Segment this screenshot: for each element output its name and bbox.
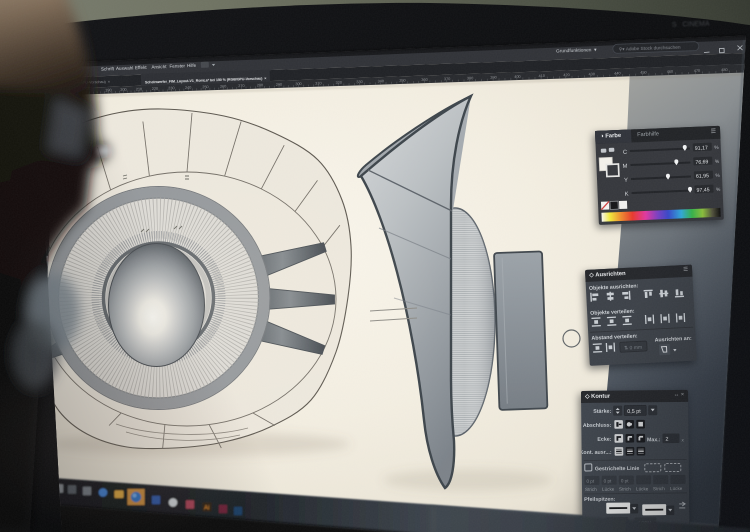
svg-text:0 pt: 0 pt (586, 479, 594, 484)
svg-text:Schrift: Schrift (101, 66, 115, 71)
svg-text:61,95: 61,95 (696, 173, 709, 180)
svg-text:x: x (681, 437, 684, 442)
svg-text:Ausrichten an:: Ausrichten an: (655, 336, 693, 344)
svg-text:Pfeilspitzen:: Pfeilspitzen: (584, 497, 615, 503)
svg-text:100%: 100% (610, 521, 624, 527)
svg-text:⇅ 0 mm: ⇅ 0 mm (624, 345, 642, 352)
svg-text:%: % (715, 159, 720, 165)
svg-text:Lücke: Lücke (636, 486, 649, 491)
svg-text:S CINEMA: S CINEMA (670, 21, 710, 29)
svg-text:Abschluss:: Abschluss: (583, 423, 612, 429)
svg-text:91,17: 91,17 (695, 145, 708, 152)
svg-text:460: 460 (667, 70, 673, 74)
svg-text:Kont. ausr...:: Kont. ausr...: (581, 450, 612, 456)
svg-text:Strich: Strich (653, 486, 665, 491)
svg-text:K: K (625, 192, 629, 198)
svg-text:2: 2 (665, 437, 668, 443)
svg-text:450: 450 (640, 71, 646, 75)
svg-text:Objekte verteilen:: Objekte verteilen: (590, 309, 635, 317)
svg-text:%: % (715, 173, 720, 179)
svg-text:430: 430 (589, 72, 595, 76)
svg-text:390: 390 (490, 76, 496, 80)
svg-text:400: 400 (514, 75, 520, 79)
svg-text:Hilfe: Hilfe (187, 63, 197, 68)
svg-text:410: 410 (539, 74, 545, 78)
svg-text:0 pt: 0 pt (621, 478, 629, 483)
svg-text:480: 480 (721, 68, 727, 72)
svg-text:0,5 pt: 0,5 pt (627, 409, 641, 415)
svg-text:M: M (622, 164, 627, 170)
svg-text:470: 470 (694, 69, 700, 73)
svg-text:Effekt: Effekt (135, 65, 148, 70)
svg-text:C: C (623, 150, 627, 156)
svg-text:420: 420 (563, 73, 569, 77)
svg-text:Ai: Ai (204, 506, 209, 512)
svg-text:440: 440 (614, 71, 620, 75)
svg-text:%: % (714, 145, 719, 151)
svg-text:Strich: Strich (619, 486, 631, 491)
svg-text:Skalieren:: Skalieren: (581, 521, 604, 527)
svg-text:Auswahl: Auswahl (116, 65, 134, 71)
svg-text:Stärke:: Stärke: (593, 409, 611, 415)
svg-text:Y: Y (624, 178, 628, 184)
svg-text:Objekte ausrichten:: Objekte ausrichten: (589, 283, 639, 292)
svg-text:76,69: 76,69 (695, 159, 708, 166)
svg-text:Max.:: Max.: (647, 437, 661, 443)
svg-text:Lücke: Lücke (670, 486, 683, 491)
svg-text:%: % (716, 187, 721, 193)
svg-text:0 pt: 0 pt (604, 478, 612, 483)
svg-text:Ansicht: Ansicht (151, 64, 167, 70)
svg-text:97,45: 97,45 (696, 187, 709, 194)
svg-text:380: 380 (467, 76, 473, 80)
svg-text:Strich: Strich (585, 487, 597, 492)
svg-text:Fenster: Fenster (169, 63, 185, 69)
svg-text:Abstand verteilen:: Abstand verteilen: (591, 333, 638, 341)
svg-text:Gestrichelte Linie: Gestrichelte Linie (595, 466, 640, 472)
svg-text:Ecke:: Ecke: (597, 437, 611, 443)
svg-text:370: 370 (444, 77, 450, 81)
svg-text:Lücke: Lücke (602, 487, 615, 492)
svg-text:100%: 100% (638, 521, 652, 527)
